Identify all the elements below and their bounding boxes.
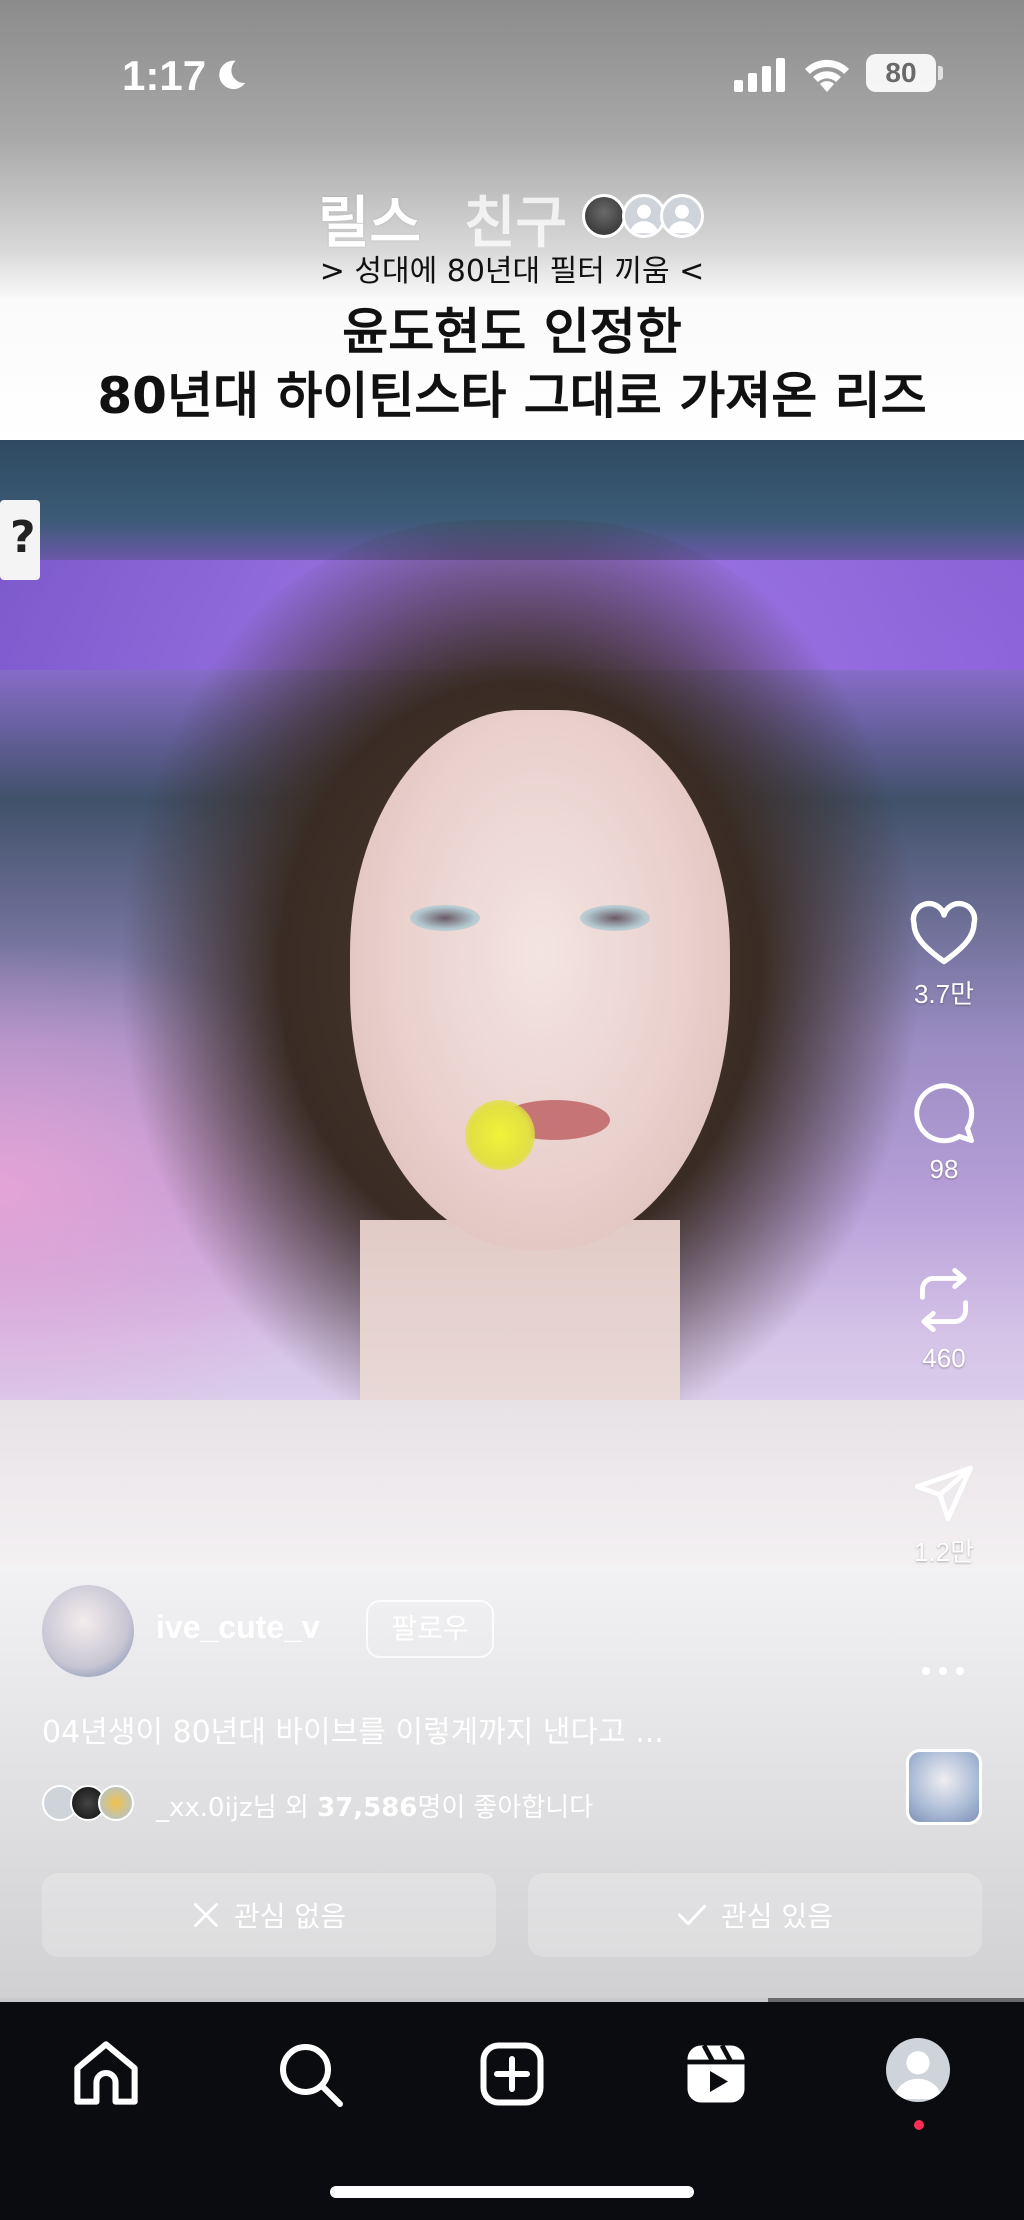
- headline-line-2: 80년대 하이틴스타 그대로 가져온 리즈: [97, 367, 927, 425]
- check-icon: [678, 1904, 707, 1926]
- repost-icon: [920, 1267, 968, 1333]
- like-button[interactable]: 3.7만: [904, 900, 984, 1011]
- video-frame[interactable]: ?: [0, 440, 1024, 1565]
- person-icon: [894, 2051, 942, 2100]
- repost-button[interactable]: 460: [904, 1265, 984, 1374]
- close-icon: [194, 1903, 218, 1927]
- headline-line-1: 윤도현도 인정한: [342, 303, 682, 361]
- person-icon: [630, 204, 658, 234]
- author-avatar[interactable]: [42, 1585, 134, 1677]
- share-icon: [914, 1465, 974, 1522]
- video-headline: 윤도현도 인정한 80년대 하이틴스타 그대로 가져온 리즈: [0, 300, 1024, 428]
- person-icon: [668, 204, 696, 234]
- nav-profile[interactable]: [878, 2038, 958, 2130]
- profile-avatar: [886, 2038, 950, 2102]
- performer-face: [350, 710, 730, 1250]
- wifi-icon: [805, 59, 849, 92]
- create-icon: [480, 2042, 544, 2106]
- yellow-light-spot: [465, 1100, 535, 1170]
- nav-search[interactable]: [270, 2038, 350, 2118]
- notification-dot: [914, 2120, 924, 2130]
- search-icon: [280, 2044, 343, 2107]
- action-column: 3.7만 98 460 1.2만: [904, 900, 984, 1600]
- performer-eye: [580, 905, 650, 931]
- battery-level: 80: [866, 54, 936, 92]
- share-button[interactable]: 1.2만: [904, 1460, 984, 1569]
- reels-icon: [687, 2044, 745, 2103]
- liked-by-text: _xx.0ijz님 외 37,586명이 좋아합니다: [156, 1787, 593, 1824]
- reels-header: 릴스 친구: [0, 178, 1024, 256]
- moon-icon: [219, 60, 246, 90]
- signal-icon: [734, 58, 785, 92]
- author-username[interactable]: ive_cute_v: [156, 1609, 320, 1646]
- liked-by-suffix: 명이 좋아합니다: [417, 1793, 594, 1823]
- liked-by-count: 37,586: [317, 1793, 418, 1823]
- status-bar: 1:17 80: [0, 0, 1024, 150]
- not-interested-button[interactable]: 관심 없음: [42, 1873, 496, 1957]
- follow-button[interactable]: 팔로우: [366, 1600, 494, 1658]
- liked-by-middle: 님 외: [252, 1793, 318, 1823]
- reel-info-panel: ive_cute_v 팔로우 04년생이 80년대 바이브를 이렇게까지 낸다고…: [0, 1565, 1024, 2005]
- liker-avatar: [98, 1785, 134, 1821]
- like-count: 3.7만: [913, 979, 975, 1009]
- stage-sign: ?: [0, 500, 40, 580]
- nav-home[interactable]: [66, 2038, 146, 2118]
- status-time: 1:17: [122, 52, 207, 99]
- interest-buttons: 관심 없음 관심 있음: [42, 1873, 982, 1957]
- comment-button[interactable]: 98: [904, 1080, 984, 1185]
- nav-reels[interactable]: [676, 2038, 756, 2118]
- comment-count: 98: [929, 1154, 959, 1184]
- friend-avatar: [660, 194, 704, 238]
- audio-thumbnail[interactable]: [906, 1749, 982, 1825]
- performer-dress: [0, 1400, 1024, 1565]
- liked-by-user: _xx.0ijz: [156, 1793, 253, 1823]
- nav-create[interactable]: [472, 2038, 552, 2118]
- home-icon: [74, 2041, 138, 2105]
- video-subtitle-small: > 성대에 80년대 필터 끼움 <: [319, 254, 705, 289]
- comment-icon: [914, 1083, 975, 1144]
- performer-eye: [410, 905, 480, 931]
- share-count: 1.2만: [913, 1537, 975, 1567]
- repost-count: 460: [922, 1343, 966, 1373]
- home-indicator[interactable]: [330, 2186, 694, 2198]
- not-interested-label: 관심 없음: [234, 1900, 346, 1933]
- stage-sign-text: ?: [10, 512, 36, 563]
- heart-icon: [910, 900, 978, 965]
- more-icon[interactable]: [918, 1661, 968, 1681]
- interested-button[interactable]: 관심 있음: [528, 1873, 982, 1957]
- reel-caption[interactable]: 04년생이 80년대 바이브를 이렇게까지 낸다고 ...: [42, 1707, 664, 1751]
- battery-tip: [938, 66, 943, 80]
- friend-avatar: [582, 194, 626, 238]
- liked-by-row[interactable]: _xx.0ijz님 외 37,586명이 좋아합니다: [42, 1783, 842, 1827]
- interested-label: 관심 있음: [721, 1900, 833, 1933]
